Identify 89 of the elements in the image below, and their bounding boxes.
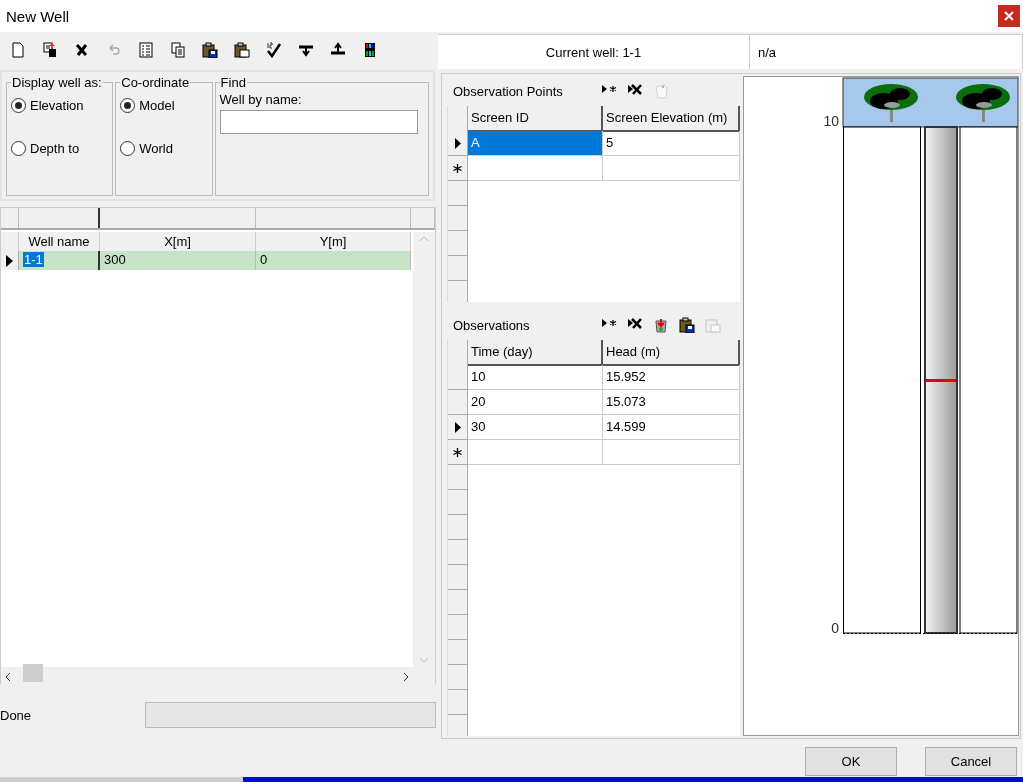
column-header[interactable]: X[m] [100,232,256,252]
column-header[interactable]: Screen Elevation (m) [603,106,740,132]
scroll-thumb[interactable] [23,664,43,682]
row-header [448,206,468,231]
screen-marker [926,379,956,382]
table-row[interactable]: A 5 [448,131,740,156]
row-header [448,540,468,565]
table-cell: A [471,135,480,150]
cancel-button[interactable]: Cancel [925,747,1017,776]
window-title: New Well [6,7,70,25]
empty-cell[interactable] [603,440,740,465]
table-cell: 300 [104,252,126,267]
raise-icon [330,42,346,58]
row-header [448,256,468,281]
table-cell: 15.952 [606,369,646,384]
table-cell: 15.073 [606,394,646,409]
row-header [448,565,468,590]
table-cell: 0 [260,252,268,267]
horizontal-scrollbar[interactable] [1,667,435,687]
well-name-field[interactable] [219,110,418,134]
column-header[interactable]: Time (day) [468,340,603,366]
import-icon [42,42,58,58]
table-cell: 10 [471,369,486,384]
table-row[interactable]: 20 15.073 [448,390,740,415]
row-header [448,515,468,540]
field-label: Well by name: [219,92,303,107]
scroll-right-icon[interactable] [403,672,409,682]
table-cell: 30 [471,419,486,434]
close-icon [1004,11,1014,21]
row-header [448,231,468,256]
column-header[interactable]: Screen ID [468,106,603,132]
list-icon [138,42,154,58]
section-title: Observations [453,317,531,333]
row-header[interactable] [448,156,468,181]
column-header[interactable]: Well name [19,232,100,252]
recycle-bin-icon[interactable] [653,317,669,333]
group-title: Find [219,75,247,90]
current-row-icon [454,421,461,433]
current-row-icon [454,137,461,149]
ok-button[interactable]: OK [805,747,897,776]
scroll-left-icon[interactable] [5,672,11,682]
radio-option[interactable]: Depth to [11,141,109,156]
table-cell: 14.599 [606,419,646,434]
row-header [448,690,468,715]
clipboard-icon[interactable] [705,317,721,333]
column-header[interactable]: Y[m] [256,232,411,252]
table-cell: 20 [471,394,486,409]
row-header [448,465,468,490]
copy-icon [170,42,186,58]
tree-icon [864,84,918,122]
new-row-icon [453,163,462,173]
current-well-label: Current well: 1-1 [545,44,642,60]
table-row[interactable]: 10 15.952 [448,365,740,390]
row-header [448,640,468,665]
new-document-icon [10,42,26,58]
radio-option[interactable]: Model [120,98,208,113]
delete-icon [74,42,90,58]
group-title: Co-ordinate [120,75,191,90]
columns-icon [362,42,378,58]
row-header [448,490,468,515]
row-header [448,181,468,206]
tree-icon [956,84,1010,122]
clipboard-icon [234,42,250,58]
checkmark-icon [266,42,282,58]
row-header[interactable] [448,415,468,440]
section-title: Observation Points [453,83,564,99]
column-header[interactable]: Head (m) [603,340,740,366]
status-text: Done [0,707,32,723]
table-row[interactable]: 1-1 300 0 [1,251,413,270]
row-header [448,615,468,640]
new-row-icon [453,447,462,457]
axis-label: 0 [831,620,839,636]
table-cell: 1-1 [23,252,44,267]
current-well-value: n/a [758,44,777,60]
group-title: Display well as: [11,75,103,90]
radio-option[interactable]: World [120,141,208,156]
table-cell: 5 [606,135,614,150]
current-row-icon [6,254,13,267]
table-row[interactable]: 30 14.599 [448,415,740,440]
row-header[interactable] [1,251,19,270]
row-header[interactable] [448,440,468,465]
row-header [448,715,468,736]
empty-cell[interactable] [603,156,740,181]
axis-label: 10 [823,113,839,129]
row-header [448,590,468,615]
radio-option[interactable]: Elevation [11,98,109,113]
row-header [448,665,468,690]
row-header[interactable] [448,131,468,156]
close-button[interactable] [998,5,1020,27]
